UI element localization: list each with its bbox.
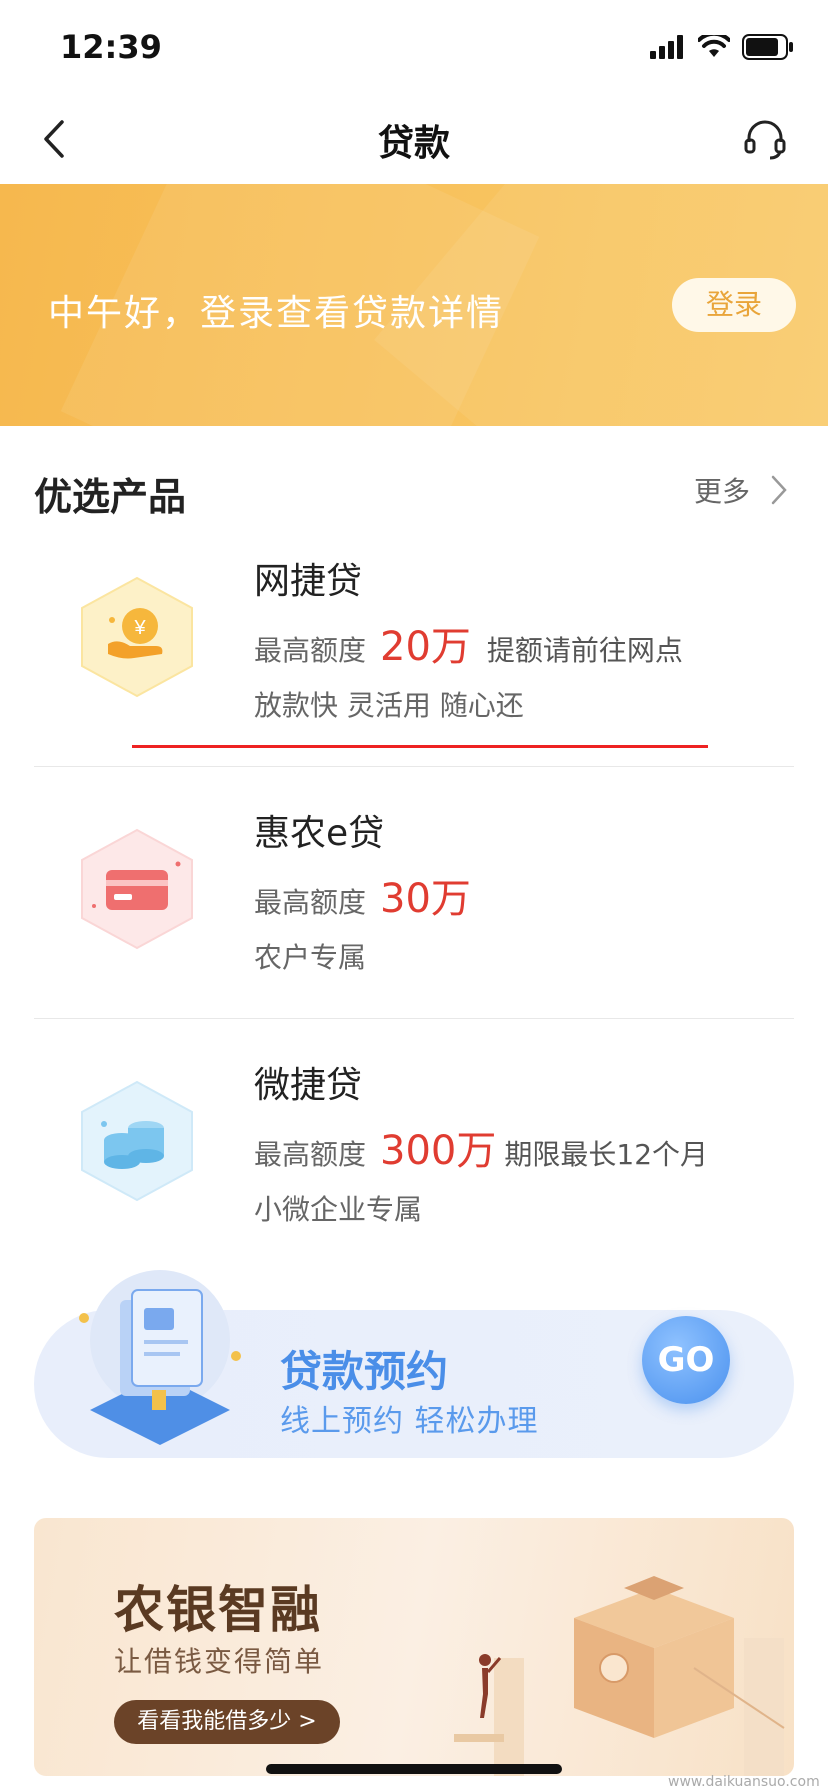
product-item-wangjiedai[interactable]: ¥ 网捷贷 最高额度 20万 提额请前往网点 放款快 灵活用 随心还 [0,540,828,760]
status-icons [650,34,794,60]
product-extra: 期限最长12个月 [504,1138,709,1171]
product-desc: 农户专属 [254,941,367,974]
watermark: www.daikuansuo.com [668,1774,820,1790]
more-link[interactable]: 更多 [694,470,788,510]
greeting-text: 中午好，登录查看贷款详情 [48,293,505,334]
coins-stack-icon [81,1080,193,1202]
product-item-weijiedai[interactable]: 微捷贷 最高额度 300万 期限最长12个月 小微企业专属 [0,1044,828,1264]
limit-amount: 300万 [380,1128,497,1174]
promo-banner[interactable]: 农银智融 让借钱变得简单 看看我能借多少 > [34,1518,794,1776]
page-title: 贷款 [377,123,450,164]
divider [34,1018,794,1019]
product-name: 网捷贷 [254,561,363,602]
cube-illustration-icon [454,1576,785,1776]
home-indicator [266,1764,562,1774]
product-extra: 提额请前往网点 [486,634,683,667]
limit-amount: 20万 [380,624,471,670]
login-button[interactable]: 登录 [672,278,796,332]
card-icon [81,828,193,950]
booking-title: 贷款预约 [280,1347,449,1396]
limit-label: 最高额度 [254,886,367,919]
limit-label: 最高额度 [254,1138,367,1171]
status-bar: 12:39 [0,0,828,96]
chevron-right-icon [771,475,787,505]
product-desc: 放款快 灵活用 随心还 [254,689,524,722]
signal-icon [650,35,683,59]
battery-icon [742,34,793,60]
promo-headline: 农银智融 [114,1581,322,1639]
promo-button[interactable]: 看看我能借多少 > [114,1700,340,1744]
product-name: 惠农e贷 [254,813,385,854]
booking-subtitle: 线上预约 轻松办理 [280,1404,539,1439]
go-button[interactable]: GO [642,1316,730,1404]
limit-amount: 30万 [380,876,471,922]
product-item-huinong[interactable]: 惠农e贷 最高额度 30万 农户专属 [0,792,828,1012]
product-desc: 小微企业专属 [254,1193,423,1226]
document-illustration-icon [79,1270,241,1445]
status-time: 12:39 [60,28,162,66]
red-underline [132,745,708,748]
nav-bar: 贷款 [0,96,828,184]
product-name: 微捷贷 [254,1065,363,1106]
svg-text:¥: ¥ [133,617,146,639]
limit-label: 最高额度 [254,634,367,667]
promo-subline: 让借钱变得简单 [114,1645,325,1678]
wifi-icon [698,35,730,57]
more-label: 更多 [694,475,751,508]
headset-icon[interactable] [742,116,788,162]
login-banner: 中午好，登录查看贷款详情 登录 [0,184,828,426]
coin-hand-icon: ¥ [81,576,193,698]
section-title: 优选产品 [34,475,187,519]
divider [34,766,794,767]
